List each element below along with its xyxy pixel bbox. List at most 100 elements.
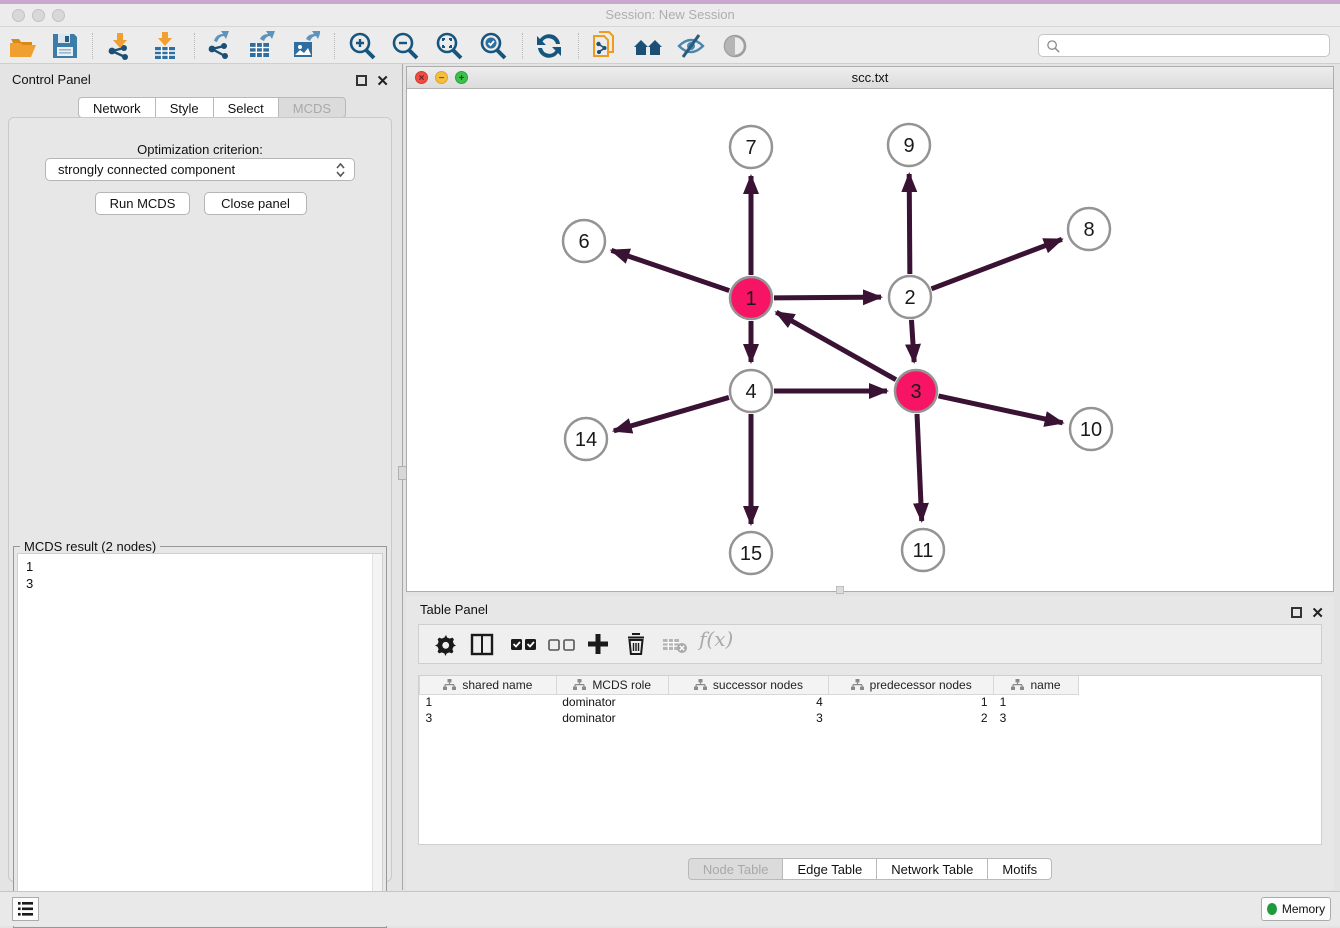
network-window-titlebar: × − + scc.txt <box>407 67 1333 89</box>
zoom-in-icon[interactable] <box>347 31 377 61</box>
minimize-window-button[interactable] <box>32 9 45 22</box>
close-panel-button[interactable]: Close panel <box>204 192 307 215</box>
app-title: Session: New Session <box>0 4 1340 26</box>
search-input[interactable] <box>1038 34 1330 57</box>
node-label-7: 7 <box>745 137 756 159</box>
zoom-fit-icon[interactable] <box>434 31 464 61</box>
close-window-button[interactable] <box>12 9 25 22</box>
list-icon <box>13 898 38 920</box>
optimization-criterion-label: Optimization criterion: <box>9 142 391 157</box>
delete-column-icon[interactable] <box>623 631 649 657</box>
column-header-MCDS-role[interactable]: MCDS role <box>556 676 668 694</box>
column-header-successor-nodes[interactable]: successor nodes <box>668 676 829 694</box>
cell[interactable]: 4 <box>668 694 829 710</box>
node-label-8: 8 <box>1083 219 1094 241</box>
memory-status-icon <box>1267 903 1277 915</box>
edge-2-9[interactable] <box>909 174 910 274</box>
column-header-filler <box>1078 676 1321 694</box>
maximize-view-button[interactable]: + <box>455 71 468 84</box>
node-table[interactable]: shared nameMCDS rolesuccessor nodesprede… <box>418 675 1322 845</box>
cell[interactable]: 3 <box>994 710 1079 726</box>
refresh-icon[interactable] <box>534 31 564 61</box>
optimization-criterion-select[interactable]: strongly connected component <box>45 158 355 181</box>
hide-selected-icon[interactable] <box>676 31 706 61</box>
deselect-all-icon[interactable] <box>547 631 577 657</box>
cell[interactable]: 1 <box>994 694 1079 710</box>
tab-node-table[interactable]: Node Table <box>688 858 783 880</box>
cell[interactable]: 3 <box>420 710 557 726</box>
import-network-icon[interactable] <box>104 31 134 61</box>
cell[interactable]: dominator <box>556 694 668 710</box>
table-row[interactable]: 1dominator411 <box>420 694 1322 710</box>
attribute-icon <box>1011 679 1024 691</box>
tab-network-table[interactable]: Network Table <box>876 858 987 880</box>
first-neighbors-icon[interactable] <box>633 31 663 61</box>
edge-2-3[interactable] <box>911 320 914 362</box>
tab-network[interactable]: Network <box>78 97 155 118</box>
save-session-icon[interactable] <box>50 31 80 61</box>
network-canvas-svg[interactable]: 7968124314101511 <box>407 89 1333 591</box>
gear-icon[interactable] <box>433 631 459 657</box>
edge-2-8[interactable] <box>932 239 1062 289</box>
tab-motifs[interactable]: Motifs <box>987 858 1052 880</box>
cell[interactable]: dominator <box>556 710 668 726</box>
column-header-shared-name[interactable]: shared name <box>420 676 557 694</box>
export-table-icon[interactable] <box>246 31 276 61</box>
attribute-icon <box>851 679 864 691</box>
tab-style[interactable]: Style <box>155 97 213 118</box>
table-tabs: Node TableEdge TableNetwork TableMotifs <box>406 858 1334 880</box>
edge-3-11[interactable] <box>917 414 922 521</box>
function-builder-icon[interactable]: f(x) <box>699 627 733 651</box>
column-header-name[interactable]: name <box>994 676 1079 694</box>
app-titlebar: Session: New Session <box>0 4 1340 26</box>
show-all-icon[interactable] <box>720 31 750 61</box>
search-icon <box>1046 39 1061 54</box>
edge-3-10[interactable] <box>938 396 1062 423</box>
node-label-10: 10 <box>1080 419 1102 441</box>
export-image-icon[interactable] <box>290 31 320 61</box>
edge-3-1[interactable] <box>776 312 896 379</box>
float-panel-icon[interactable] <box>356 75 367 86</box>
edge-1-2[interactable] <box>774 297 881 298</box>
zoom-out-icon[interactable] <box>390 31 420 61</box>
edge-1-6[interactable] <box>611 250 729 290</box>
table-row[interactable]: 3dominator323 <box>420 710 1322 726</box>
zoom-window-button[interactable] <box>52 9 65 22</box>
node-label-15: 15 <box>740 543 762 565</box>
export-network-icon[interactable] <box>204 31 234 61</box>
tab-edge-table[interactable]: Edge Table <box>782 858 876 880</box>
cell[interactable]: 1 <box>420 694 557 710</box>
table-body: 1dominator4113dominator323 <box>420 694 1322 726</box>
mcds-result-list[interactable]: 1 3 <box>17 553 383 924</box>
cell[interactable]: 2 <box>829 710 994 726</box>
column-header-predecessor-nodes[interactable]: predecessor nodes <box>829 676 994 694</box>
cell[interactable]: 1 <box>829 694 994 710</box>
add-column-icon[interactable] <box>585 631 611 657</box>
float-table-panel-icon[interactable] <box>1291 607 1302 618</box>
task-history-button[interactable] <box>12 897 39 921</box>
tab-select[interactable]: Select <box>213 97 278 118</box>
memory-label: Memory <box>1282 902 1325 916</box>
horizontal-splitter-grip[interactable] <box>836 586 844 594</box>
close-table-panel-icon[interactable]: ✕ <box>1311 605 1324 622</box>
run-mcds-button[interactable]: Run MCDS <box>95 192 190 215</box>
import-table-icon[interactable] <box>150 31 180 61</box>
open-session-icon[interactable] <box>8 31 38 61</box>
select-all-icon[interactable] <box>509 631 539 657</box>
cell[interactable]: 3 <box>668 710 829 726</box>
memory-button[interactable]: Memory <box>1261 897 1331 921</box>
zoom-selected-icon[interactable] <box>478 31 508 61</box>
result-scrollbar[interactable] <box>372 554 382 923</box>
edge-4-14[interactable] <box>614 397 729 430</box>
column-panel-icon[interactable] <box>469 631 495 657</box>
attribute-icon <box>694 679 707 691</box>
minimize-view-button[interactable]: − <box>435 71 448 84</box>
tab-mcds[interactable]: MCDS <box>278 97 346 118</box>
node-label-9: 9 <box>903 135 914 157</box>
close-view-button[interactable]: × <box>415 71 428 84</box>
close-panel-icon[interactable]: ✕ <box>376 73 389 90</box>
control-panel: Control Panel ✕ NetworkStyleSelectMCDS O… <box>0 64 401 890</box>
delete-table-icon[interactable] <box>661 631 689 657</box>
table-panel-title: Table Panel <box>420 602 488 617</box>
network-from-file-icon[interactable] <box>590 31 620 61</box>
